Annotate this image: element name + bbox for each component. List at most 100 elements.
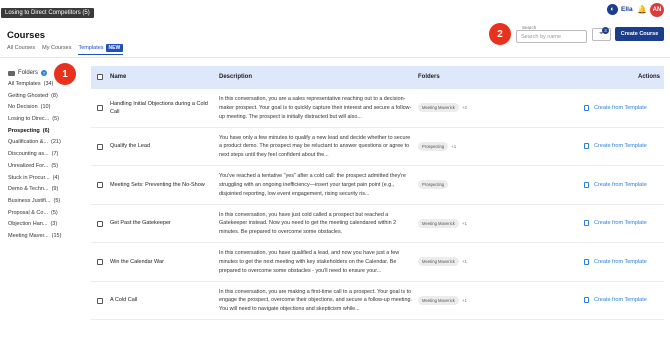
row-checkbox[interactable] [97,143,103,150]
row-checkbox[interactable] [97,259,103,265]
folder-item-label: Prospecting [8,127,40,134]
row-checkbox[interactable] [97,297,103,304]
folder-tags: Meeting Maverick +2 [418,89,467,127]
folder-item-count: (3) [50,221,58,228]
folder-item[interactable]: Unrealized For... (5) [8,161,90,173]
create-from-template-button[interactable]: Create from Template [584,282,647,320]
folder-item-count: (7) [51,151,59,158]
folder-item-count: (5) [52,116,60,123]
folder-item-label: Proposal & Co... [8,209,49,216]
folder-item-count: (10) [40,104,51,111]
column-description: Description [219,74,253,80]
select-all-checkbox[interactable] [97,74,103,80]
folder-item-count: (8) [51,92,58,99]
create-from-template-label: Create from Template [594,258,647,265]
create-from-template-button[interactable]: Create from Template [584,166,647,204]
create-from-template-button[interactable]: Create from Template [584,89,647,127]
create-course-button[interactable]: Create Course [615,27,664,41]
table-row[interactable]: Get Past the Gatekeeper In this conversat… [91,205,664,243]
template-name: Get Past the Gatekeeper [110,205,210,243]
folder-tag: Meeting Maverick [418,257,459,267]
document-icon [584,104,589,111]
column-actions: Actions [638,74,661,80]
folder-item-label: Qualification &... [8,139,49,146]
folder-tags: Prospecting [418,166,449,204]
folder-tag: Meeting Maverick [418,218,459,228]
template-description: In this conversation, you have qualified… [219,250,400,274]
template-name: Handling Initial Objections during a Col… [110,89,210,127]
more-tags[interactable]: +1 [451,144,456,149]
help-icon[interactable]: ? [41,70,48,76]
document-icon [584,220,589,227]
template-name-text: A Cold Call [110,297,138,304]
folder-item-label: Meeting Maver... [8,232,49,239]
folder-item-label: Stuck in Procur... [8,174,50,181]
avatar[interactable]: AN [650,3,664,17]
bell-icon[interactable]: 🔔 [637,5,647,14]
template-name: Meeting Sets: Preventing the No-Show [110,166,210,204]
folder-item[interactable]: Objection Han... (3) [8,219,90,231]
course-tabs: All Courses My Courses Templates NEW [7,43,124,57]
more-tags[interactable]: +1 [462,259,467,264]
folder-tag: Meeting Maverick [418,103,459,113]
ella-brand[interactable]: ◐ Ella [607,4,633,15]
table-row[interactable]: Meeting Sets: Preventing the No-Show You'… [91,166,664,205]
create-from-template-label: Create from Template [594,297,647,304]
table-row[interactable]: Qualify the Lead You have only a few minu… [91,128,664,166]
folder-tag: Prospecting [418,180,449,190]
ella-logo-icon: ◐ [607,4,618,15]
table-row[interactable]: Handling Initial Objections during a Col… [91,89,664,128]
row-checkbox[interactable] [97,220,103,227]
folder-item-label: No Decision [8,104,38,111]
tab-my-courses[interactable]: My Courses [42,43,71,55]
folder-item-count: (9) [51,186,59,193]
column-name: Name [110,74,127,80]
more-tags[interactable]: +1 [462,221,467,226]
tab-all-courses[interactable]: All Courses [7,43,35,55]
folder-item[interactable]: Discounting as... (7) [8,149,90,161]
folder-item[interactable]: Business Justifi... (5) [8,196,90,208]
row-checkbox[interactable] [97,182,103,188]
table-row[interactable]: Win the Calendar War In this conversation… [91,243,664,282]
table-row[interactable]: A Cold Call In this conversation, you are… [91,282,664,320]
create-from-template-label: Create from Template [594,181,647,188]
folder-item[interactable]: Proposal & Co... (5) [8,208,90,220]
folder-item[interactable]: Prospecting (6) [8,126,90,138]
folder-item-count: (15) [51,232,62,239]
folder-tags: Meeting Maverick +1 [418,243,467,281]
more-tags[interactable]: +2 [462,105,467,110]
folder-list: All Templates (34) Getting Ghosted (8) No De… [8,79,90,243]
create-from-template-button[interactable]: Create from Template [584,205,647,243]
folder-item[interactable]: Losing to Direc... (5) [8,114,90,126]
row-checkbox[interactable] [97,105,103,111]
folder-item-count: (4) [52,174,60,181]
folder-tags: Prospecting +1 [418,128,456,166]
template-name-text: Win the Calendar War [110,258,164,265]
folder-item-count: (5) [53,197,61,204]
more-tags[interactable]: +1 [462,298,467,303]
folder-item-count: (34) [43,81,54,87]
folder-item[interactable]: Qualification &... (21) [8,137,90,149]
create-from-template-button[interactable]: Create from Template [584,128,647,166]
folder-tags: Meeting Maverick +1 [418,205,467,243]
folder-item[interactable]: No Decision (10) [8,102,90,114]
folder-item[interactable]: Meeting Maver... (15) [8,231,90,243]
tab-templates[interactable]: Templates NEW [78,43,124,55]
template-description: In this conversation, you are a sales re… [219,96,412,120]
create-from-template-label: Create from Template [594,220,647,227]
folder-item[interactable]: Getting Ghosted (8) [8,91,90,103]
folder-tags: Meeting Maverick +1 [418,282,467,320]
filter-count-badge: 3 [602,27,609,34]
folder-item-label: Losing to Direc... [8,116,50,123]
template-description: In this conversation, you have just cold… [219,211,397,236]
ella-label: Ella [621,6,633,13]
create-from-template-label: Create from Template [594,104,647,111]
folder-item[interactable]: Stuck in Procur... (4) [8,173,90,185]
folder-item[interactable]: Demo & Techn... (9) [8,184,90,196]
template-description: You have only a few minutes to qualify a… [219,134,411,159]
search-input[interactable]: Search by name [516,30,587,43]
create-from-template-button[interactable]: Create from Template [584,243,647,281]
folder-item-label: Discounting as... [8,151,49,158]
document-icon [584,143,589,150]
folder-item[interactable]: All Templates (34) [8,79,90,91]
